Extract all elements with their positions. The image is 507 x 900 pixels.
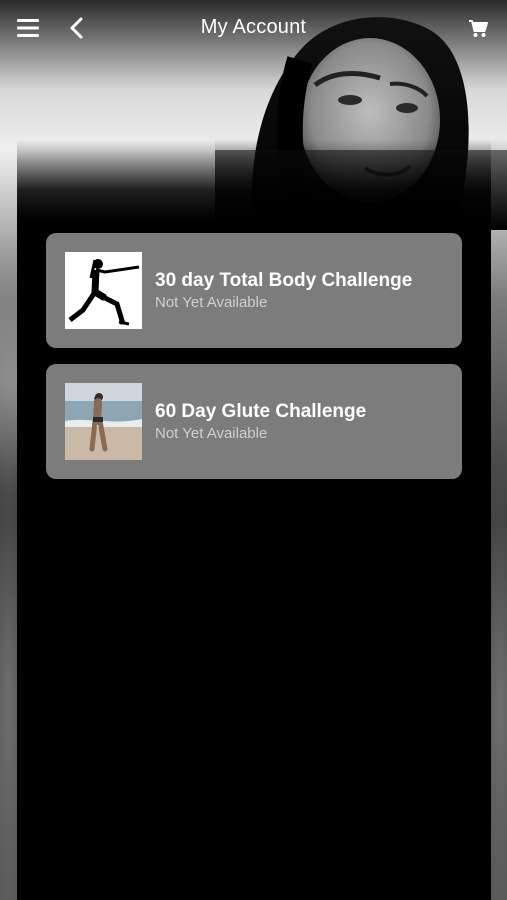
challenge-status: Not Yet Available (155, 294, 268, 311)
top-bar: My Account (0, 0, 507, 58)
shopping-cart-icon[interactable] (466, 16, 490, 40)
challenge-title: 30 day Total Body Challenge (155, 270, 413, 291)
challenge-card[interactable]: 30 day Total Body Challenge Not Yet Avai… (46, 233, 462, 348)
challenge-title: 60 Day Glute Challenge (155, 401, 367, 422)
page-title: My Account (200, 16, 307, 38)
challenge-thumbnail (65, 252, 142, 329)
challenge-thumbnail (65, 383, 142, 460)
challenge-card[interactable]: 60 Day Glute Challenge Not Yet Available (46, 364, 462, 479)
challenge-status: Not Yet Available (155, 425, 268, 442)
